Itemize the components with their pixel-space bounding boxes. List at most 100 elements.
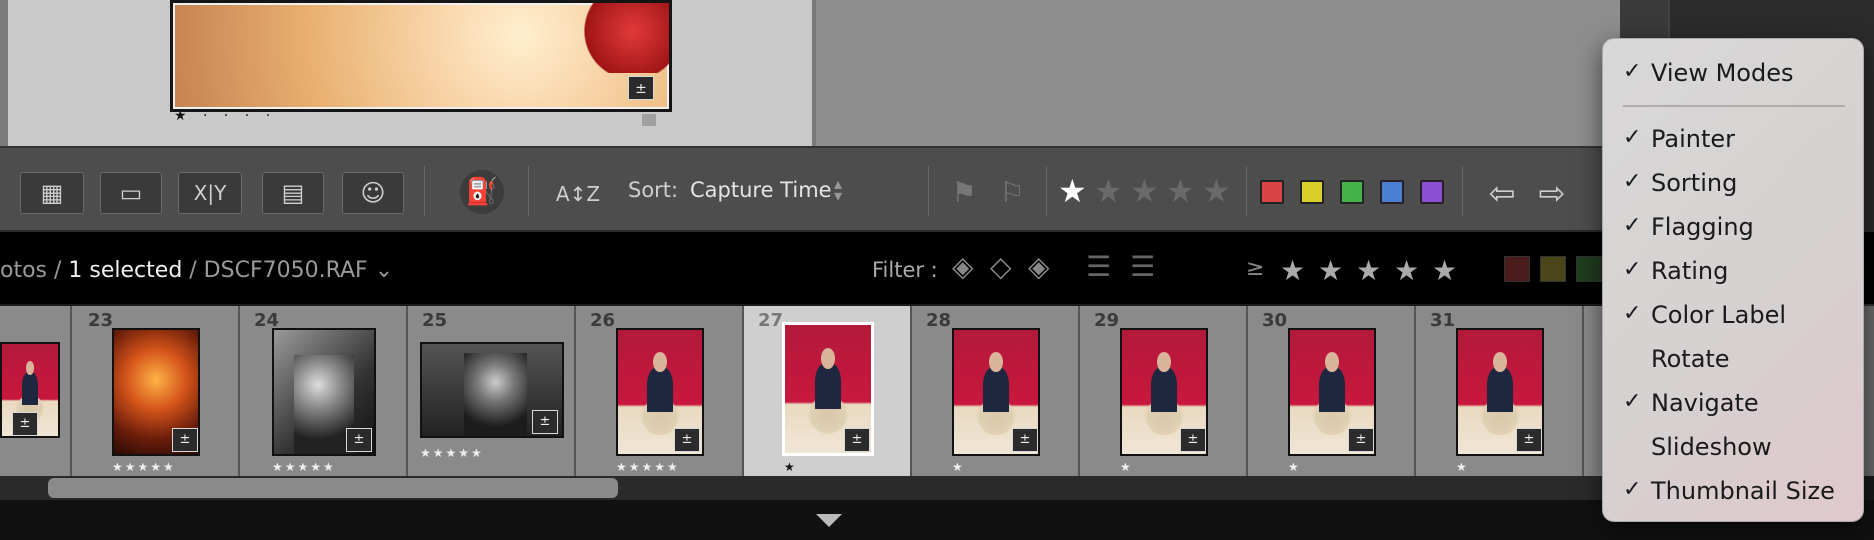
menu-item-sorting[interactable]: ✓ Sorting: [1603, 163, 1863, 203]
filmstrip-cell-selected[interactable]: 27 ± ★: [744, 306, 912, 476]
filmstrip-scrollbar-thumb[interactable]: [48, 478, 618, 498]
filter-color-yellow[interactable]: [1540, 256, 1566, 282]
rating-operator[interactable]: ≥: [1246, 256, 1264, 281]
thumbnail-rating: ★: [784, 460, 797, 474]
thumbnail-rating: ★★★★★: [112, 460, 176, 474]
filter-star-5[interactable]: ★: [1432, 254, 1457, 287]
survey-view-button[interactable]: ▤: [262, 172, 324, 214]
grid-view-button[interactable]: ▦: [20, 172, 84, 214]
filter-star-4[interactable]: ★: [1394, 254, 1419, 287]
develop-adjusted-badge-icon[interactable]: ±: [1516, 428, 1542, 452]
grid-cell[interactable]: ± ★ · · · ·: [8, 0, 812, 146]
loupe-view-button[interactable]: ▭: [100, 172, 162, 214]
rating-star-4[interactable]: ★: [1166, 174, 1195, 208]
color-label-blue[interactable]: [1380, 180, 1404, 204]
color-label-red[interactable]: [1260, 180, 1284, 204]
rating-star-3[interactable]: ★: [1130, 174, 1159, 208]
path-prefix: otos /: [0, 258, 62, 283]
sort-direction-icon[interactable]: A↕Z: [546, 174, 610, 214]
toolbar-divider: [1046, 166, 1047, 216]
checkmark-icon: ✓: [1623, 59, 1642, 84]
chevron-down-icon[interactable]: ⌄: [375, 258, 393, 283]
menu-item-label: Navigate: [1651, 389, 1759, 417]
filmstrip-cell[interactable]: 26 ± ★★★★★: [576, 306, 744, 476]
thumbnail-rating: ★★★★★: [616, 460, 680, 474]
cell-index: 30: [1262, 310, 1288, 331]
develop-adjusted-badge-icon[interactable]: ±: [12, 412, 38, 436]
develop-adjusted-badge-icon[interactable]: ±: [674, 428, 700, 452]
cell-index: 31: [1430, 310, 1456, 331]
menu-item-label: Flagging: [1651, 213, 1754, 241]
grid-thumbnail[interactable]: [170, 0, 672, 112]
menu-item-painter[interactable]: ✓ Painter: [1603, 119, 1863, 159]
filmstrip-cell[interactable]: 23 ± ★★★★★: [72, 306, 240, 476]
develop-adjusted-badge-icon[interactable]: ±: [1348, 428, 1374, 452]
develop-adjusted-badge-icon[interactable]: ±: [844, 428, 870, 452]
menu-item-slideshow[interactable]: Slideshow: [1603, 427, 1863, 467]
filmstrip-cell[interactable]: 30 ± ★: [1248, 306, 1416, 476]
flag-filter-unflagged-icon[interactable]: ◇: [990, 250, 1012, 283]
thumbnail-rating: ★: [1120, 460, 1133, 474]
toolbar-divider: [528, 166, 529, 216]
previous-photo-arrow-icon[interactable]: ⇦: [1480, 174, 1524, 212]
thumbnail-rating: ★★★★★: [420, 446, 484, 460]
filmstrip-cell[interactable]: 25 ± ★★★★★: [408, 306, 576, 476]
flag-reject-icon[interactable]: ⚐: [996, 174, 1028, 210]
next-photo-arrow-icon[interactable]: ⇨: [1530, 174, 1574, 212]
thumbnail-rating: ★★★★★: [272, 460, 336, 474]
develop-adjusted-badge-icon[interactable]: ±: [628, 76, 654, 100]
filmstrip-header: otos / 1 selected / DSCF7050.RAF ⌄ Filte…: [0, 232, 1874, 304]
menu-item-rotate[interactable]: Rotate: [1603, 339, 1863, 379]
sort-stepper-icon[interactable]: ▴ ▾: [834, 176, 842, 204]
menu-item-label: Sorting: [1651, 169, 1738, 197]
menu-item-flagging[interactable]: ✓ Flagging: [1603, 207, 1863, 247]
rating-star-5[interactable]: ★: [1202, 174, 1231, 208]
rating-star-2[interactable]: ★: [1094, 174, 1123, 208]
grid-star-rating[interactable]: ★ · · · ·: [174, 108, 276, 124]
develop-adjusted-badge-icon[interactable]: ±: [1012, 428, 1038, 452]
menu-item-color-label[interactable]: ✓ Color Label: [1603, 295, 1863, 335]
filter-color-green[interactable]: [1576, 256, 1602, 282]
sort-criteria-select[interactable]: Capture Time: [690, 178, 832, 202]
develop-adjusted-badge-icon[interactable]: ±: [1180, 428, 1206, 452]
develop-adjusted-badge-icon[interactable]: ±: [532, 410, 558, 434]
filter-star-2[interactable]: ★: [1318, 254, 1343, 287]
lightroom-library-window: ± ★ · · · · ± ★ · · · · ▦ ▭ X|Y ▤ ☺ ⛽ A↕…: [0, 0, 1874, 540]
sort-label: Sort:: [628, 178, 679, 202]
filmstrip-cell[interactable]: 28 ± ★: [912, 306, 1080, 476]
develop-adjusted-badge-icon[interactable]: ±: [172, 428, 198, 452]
menu-item-thumbnail-size[interactable]: ✓ Thumbnail Size: [1603, 471, 1863, 511]
bottom-panel-bar: [0, 500, 1874, 540]
menu-item-navigate[interactable]: ✓ Navigate: [1603, 383, 1863, 423]
color-label-yellow[interactable]: [1300, 180, 1324, 204]
rating-star-1[interactable]: ★: [1058, 174, 1087, 208]
color-label-green[interactable]: [1340, 180, 1364, 204]
menu-item-view-modes[interactable]: ✓ View Modes: [1603, 53, 1863, 93]
flag-filter-pick-icon[interactable]: ◈: [952, 250, 974, 283]
color-label-purple[interactable]: [1420, 180, 1444, 204]
filmstrip-cell[interactable]: 24 ± ★★★★★: [240, 306, 408, 476]
painter-spray-can-icon[interactable]: ⛽: [460, 170, 504, 214]
flag-filter-reject-icon[interactable]: ◈: [1028, 250, 1050, 283]
menu-item-rating[interactable]: ✓ Rating: [1603, 251, 1863, 291]
people-view-button[interactable]: ☺: [342, 172, 404, 214]
filter-star-3[interactable]: ★: [1356, 254, 1381, 287]
filmstrip-cell[interactable]: ±: [0, 306, 72, 476]
compare-view-button[interactable]: X|Y: [178, 172, 242, 214]
filmstrip-cell[interactable]: 31 ± ★: [1416, 306, 1584, 476]
grid-view-area: ± ★ · · · · ± ★ · · · ·: [0, 0, 1874, 188]
cell-index: 29: [1094, 310, 1120, 331]
unedited-filter-sliders-icon[interactable]: ☰: [1130, 250, 1155, 283]
filter-color-red[interactable]: [1504, 256, 1530, 282]
checkmark-icon: ✓: [1623, 389, 1642, 414]
filter-star-1[interactable]: ★: [1280, 254, 1305, 287]
filmstrip-cell[interactable]: 29 ± ★: [1080, 306, 1248, 476]
grid-cell[interactable]: ± ★ · · · ·: [816, 0, 1874, 188]
edited-filter-sliders-icon[interactable]: ☰: [1086, 250, 1111, 283]
source-path[interactable]: otos / 1 selected / DSCF7050.RAF ⌄: [0, 258, 393, 283]
flag-pick-icon[interactable]: ⚑: [948, 174, 980, 210]
toggle-filmstrip-triangle-icon[interactable]: [816, 514, 842, 527]
develop-adjusted-badge-icon[interactable]: ±: [346, 428, 372, 452]
checkmark-icon: ✓: [1623, 213, 1642, 238]
menu-item-label: Thumbnail Size: [1651, 477, 1835, 505]
